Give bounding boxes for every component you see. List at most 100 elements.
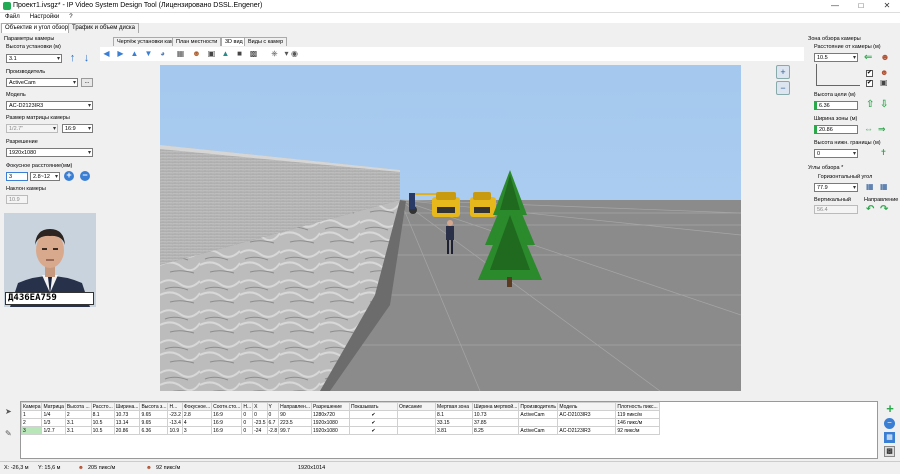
table-cell <box>396 418 436 427</box>
focal-plus-icon[interactable]: + <box>64 171 74 181</box>
rotate-left-icon[interactable]: ↶ <box>866 205 874 215</box>
horizontal-angle-select[interactable]: 77.9 <box>814 183 858 192</box>
license-plate-preview: Д436ЕА759 <box>5 292 94 305</box>
column-header[interactable]: Ширина... <box>113 402 141 411</box>
zoom-in-icon[interactable]: + <box>776 65 790 79</box>
checkbox-1[interactable]: ✔ <box>866 70 873 77</box>
column-header[interactable]: Модель <box>557 402 617 411</box>
tab-3d-view[interactable]: 3D вид <box>221 37 247 46</box>
remove-camera-icon[interactable]: − <box>884 418 895 429</box>
manufacturer-select[interactable]: ActiveCam <box>6 78 78 87</box>
column-header[interactable]: Показывать <box>348 402 398 411</box>
tree-icon[interactable]: ▲ <box>221 49 230 58</box>
column-header[interactable]: Н... <box>241 402 254 411</box>
focal-range-select[interactable]: 2.8~12 <box>30 172 60 181</box>
column-header[interactable]: Фокусное... <box>181 402 213 411</box>
tilt-input[interactable]: 10.9 <box>6 195 28 204</box>
vertical-angle-input[interactable]: 56.4 <box>814 205 858 214</box>
checkbox-2[interactable]: ✔ <box>866 80 873 87</box>
grid-icon[interactable]: ▦ <box>176 49 185 58</box>
arrow-right-icon[interactable]: ▶ <box>116 49 125 58</box>
focal-minus-icon[interactable]: − <box>80 171 90 181</box>
maximize-button[interactable]: □ <box>848 0 874 13</box>
column-header[interactable]: Описание <box>396 402 436 411</box>
arrow-down-icon[interactable]: ▼ <box>144 49 153 58</box>
lower-bound-select[interactable]: 0 <box>814 149 858 158</box>
export-icon[interactable]: ▩ <box>884 446 895 457</box>
table-row[interactable]: 3 1/2.7 3.1 10.5 20.86 6.36 10.9 3 16:9 0 -24 -2.8 9… <box>21 426 660 435</box>
zoom-out-icon[interactable]: − <box>776 81 790 95</box>
distance-left-arrow-icon[interactable]: ⇐ <box>864 53 872 63</box>
width-shrink-icon[interactable]: ⇒ <box>878 124 886 134</box>
column-header[interactable]: Мертвая зона <box>434 402 473 411</box>
target-height-input[interactable]: 6.36 <box>814 101 858 110</box>
manufacturer-more-button[interactable]: ... <box>81 78 93 87</box>
column-header[interactable]: Ширина мертвой... <box>471 402 520 411</box>
column-header[interactable]: Y <box>266 402 280 411</box>
target-down-arrow-icon[interactable]: ⇩ <box>880 100 888 110</box>
tab-terrain-plan[interactable]: План местности <box>172 37 222 46</box>
resolution-select[interactable]: 1920x1080 <box>6 148 93 157</box>
status-resolution: 1920x1014 <box>298 465 326 471</box>
height-up-arrow-icon[interactable]: ↑ <box>68 53 77 65</box>
arrow-left-icon[interactable]: ◀ <box>102 49 111 58</box>
column-header[interactable]: Соотн.сто... <box>211 402 243 411</box>
select-tool-icon[interactable]: ➤ <box>5 407 12 416</box>
table-row[interactable]: 2 1/3 3.1 10.5 13.14 9.65 -13.4 4 16:9 0 -23.5 6.7 2… <box>21 418 660 427</box>
table-row[interactable]: 1 1/4 2 8.1 10.73 9.65 -23.2 2.8 16:9 0 0 0 90 1280x7… <box>21 410 660 419</box>
distance-select[interactable]: 10.5 <box>814 53 858 62</box>
table-cell: 2.8 <box>181 410 213 419</box>
camera-icon[interactable]: ◉ <box>290 49 299 58</box>
arrow-up-icon[interactable]: ▲ <box>130 49 139 58</box>
focal-input[interactable]: 3 <box>6 172 28 181</box>
height-select[interactable]: 3.1 <box>6 54 62 63</box>
column-header[interactable]: Высота з... <box>139 402 169 411</box>
table-cell: ActiveCam <box>518 410 559 419</box>
width-expand-icon[interactable]: ⇔ <box>864 124 873 134</box>
column-header[interactable]: Плотность пикс... <box>615 402 660 411</box>
3d-viewport[interactable] <box>160 65 741 391</box>
tab-traffic-disk[interactable]: Трафик и объем диска <box>68 23 139 33</box>
zone-width-input[interactable]: 20.86 <box>814 125 858 134</box>
sensor-select[interactable]: 1/2.7" <box>6 124 58 133</box>
plate-icon[interactable]: ▩ <box>249 49 258 58</box>
minimize-button[interactable]: — <box>822 0 848 13</box>
column-header[interactable]: Матрица <box>41 402 66 411</box>
target-up-arrow-icon[interactable]: ⇧ <box>866 100 874 110</box>
vertical-angle-label: Вертикальный <box>814 197 851 203</box>
menu-file[interactable]: Файл <box>0 13 25 21</box>
column-header[interactable]: Н... <box>167 402 183 411</box>
column-header[interactable]: Рассто... <box>90 402 115 411</box>
add-camera-icon[interactable]: + <box>884 402 896 415</box>
menu-settings[interactable]: Настройки <box>25 13 64 21</box>
pen-tool-icon[interactable]: ✎ <box>5 429 12 438</box>
column-header[interactable]: Производитель <box>518 402 559 411</box>
model-select[interactable]: AC-D2123IR3 <box>6 101 93 110</box>
column-header[interactable]: Разрешение <box>310 402 350 411</box>
column-header[interactable]: Направлен... <box>278 402 312 411</box>
table-cell: 8.25 <box>471 426 520 435</box>
height-down-arrow-icon[interactable]: ↓ <box>82 53 91 65</box>
person-icon[interactable]: ☻ <box>192 49 201 58</box>
table-cell: 0 <box>241 410 254 419</box>
angle-grid-icon-1[interactable]: ▦ <box>866 182 874 191</box>
car-icon[interactable]: ■ <box>235 49 244 58</box>
angle-grid-icon-2[interactable]: ▦ <box>880 182 888 191</box>
person-frame-icon-2: ▣ <box>880 78 888 87</box>
column-header[interactable]: Высота ... <box>64 402 92 411</box>
column-header[interactable]: Камера <box>21 402 43 411</box>
person-frame-icon[interactable]: ▣ <box>207 49 216 58</box>
tab-camera-views[interactable]: Виды с камер <box>244 37 288 46</box>
rotate-icon[interactable]: ◕ <box>158 49 167 58</box>
menu-help[interactable]: ? <box>64 13 77 21</box>
camera-table[interactable]: Камера Матрица Высота ... Рассто... Ширина..… <box>20 401 878 459</box>
status-bar: X: -26,3 м Y: 15,6 м ☻ 205 пикс/м ☻ 92 п… <box>0 461 900 474</box>
aspect-select[interactable]: 16:9 <box>62 124 93 133</box>
camera-settings-icon[interactable]: ⎈ <box>270 49 279 58</box>
rotate-right-icon[interactable]: ↷ <box>880 205 888 215</box>
camera-params-title: Параметры камеры <box>4 36 55 42</box>
close-button[interactable]: ✕ <box>874 0 900 13</box>
column-header[interactable]: X <box>252 402 268 411</box>
table-grid-icon[interactable]: ▦ <box>884 432 895 443</box>
tab-lens-angle[interactable]: Объектив и угол обзора <box>1 23 76 33</box>
